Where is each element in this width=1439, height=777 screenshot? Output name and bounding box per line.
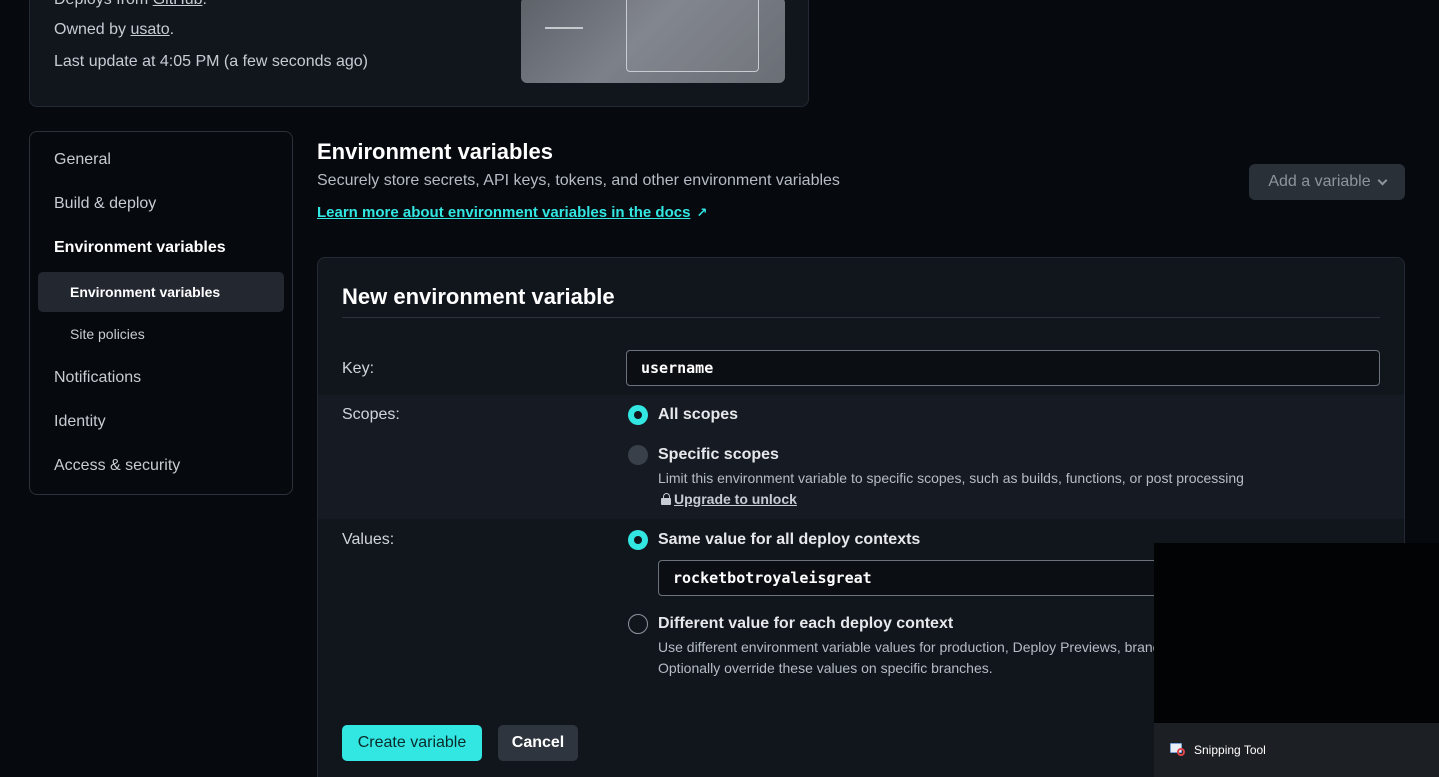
deploys-suffix: . bbox=[203, 0, 207, 8]
add-variable-label: Add a variable bbox=[1268, 173, 1371, 190]
site-preview-thumbnail[interactable] bbox=[521, 0, 785, 83]
lock-icon bbox=[661, 493, 671, 505]
sidebar-item-general[interactable]: General bbox=[54, 148, 111, 172]
deploys-from-line: Deploys from GitHub. bbox=[54, 0, 207, 9]
sidebar-item-access-security[interactable]: Access & security bbox=[54, 454, 180, 478]
sidebar-item-build-deploy[interactable]: Build & deploy bbox=[54, 192, 156, 216]
preview-placeholder-bar bbox=[545, 27, 583, 29]
key-label: Key: bbox=[342, 360, 375, 377]
different-value-label: Different value for each deploy context bbox=[658, 615, 954, 632]
same-value-label: Same value for all deploy contexts bbox=[658, 531, 921, 548]
sidebar-item-identity[interactable]: Identity bbox=[54, 410, 106, 434]
sidebar-item-environment-variables[interactable]: Environment variables bbox=[54, 236, 226, 260]
owned-by-line: Owned by usato. bbox=[54, 21, 174, 39]
specific-scopes-help: Limit this environment variable to speci… bbox=[658, 470, 1244, 486]
form-divider bbox=[342, 317, 1380, 318]
cancel-button[interactable]: Cancel bbox=[498, 725, 578, 761]
snipping-tool-taskbar-item[interactable]: Snipping Tool bbox=[1154, 723, 1439, 777]
sidebar-subitem-site-policies[interactable]: Site policies bbox=[38, 314, 284, 354]
owner-link[interactable]: usato bbox=[130, 21, 169, 38]
different-value-help-line-1: Use different environment variable value… bbox=[658, 639, 1160, 655]
create-variable-button[interactable]: Create variable bbox=[342, 725, 482, 761]
radio-specific-scopes[interactable] bbox=[628, 445, 648, 465]
docs-link-text: Learn more about environment variables i… bbox=[317, 204, 691, 221]
sidebar-subitem-environment-variables[interactable]: Environment variables bbox=[38, 272, 284, 312]
external-link-icon: ↗ bbox=[696, 205, 708, 220]
scopes-section: Scopes: All scopes Specific scopes Limit… bbox=[318, 395, 1404, 519]
deploys-source-link[interactable]: GitHub bbox=[153, 0, 203, 8]
docs-link[interactable]: Learn more about environment variables i… bbox=[317, 204, 707, 221]
key-input[interactable]: username bbox=[626, 350, 1380, 386]
snipping-tool-label: Snipping Tool bbox=[1194, 743, 1266, 757]
different-value-help-line-2: Optionally override these values on spec… bbox=[658, 660, 993, 676]
page: Deploys from GitHub. Owned by usato. Las… bbox=[0, 0, 1439, 777]
last-update-text: Last update at 4:05 PM (a few seconds ag… bbox=[54, 53, 368, 70]
chevron-down-icon bbox=[1377, 175, 1388, 185]
snipping-tool-popup: Snipping Tool bbox=[1154, 543, 1439, 777]
upgrade-link-text: Upgrade to unlock bbox=[674, 491, 797, 507]
page-title: Environment variables bbox=[317, 139, 553, 164]
values-label: Values: bbox=[342, 531, 395, 548]
site-info-card: Deploys from GitHub. Owned by usato. Las… bbox=[29, 0, 809, 107]
radio-same-value[interactable] bbox=[628, 530, 648, 550]
owned-prefix: Owned by bbox=[54, 21, 131, 38]
deploys-prefix: Deploys from bbox=[54, 0, 153, 8]
all-scopes-label: All scopes bbox=[658, 406, 739, 423]
scopes-label: Scopes: bbox=[342, 406, 400, 423]
page-description: Securely store secrets, API keys, tokens… bbox=[317, 172, 840, 189]
add-variable-button[interactable]: Add a variable bbox=[1249, 164, 1405, 200]
radio-all-scopes[interactable] bbox=[628, 405, 648, 425]
radio-different-value[interactable] bbox=[628, 614, 648, 634]
settings-sidebar: General Build & deploy Environment varia… bbox=[29, 131, 293, 495]
form-title: New environment variable bbox=[342, 284, 615, 309]
owned-suffix: . bbox=[169, 21, 175, 38]
preview-placeholder-box bbox=[626, 0, 759, 72]
sidebar-item-notifications[interactable]: Notifications bbox=[54, 366, 141, 390]
upgrade-to-unlock-link[interactable]: Upgrade to unlock bbox=[661, 491, 797, 507]
snipping-tool-icon bbox=[1170, 743, 1186, 757]
specific-scopes-label: Specific scopes bbox=[658, 446, 779, 463]
